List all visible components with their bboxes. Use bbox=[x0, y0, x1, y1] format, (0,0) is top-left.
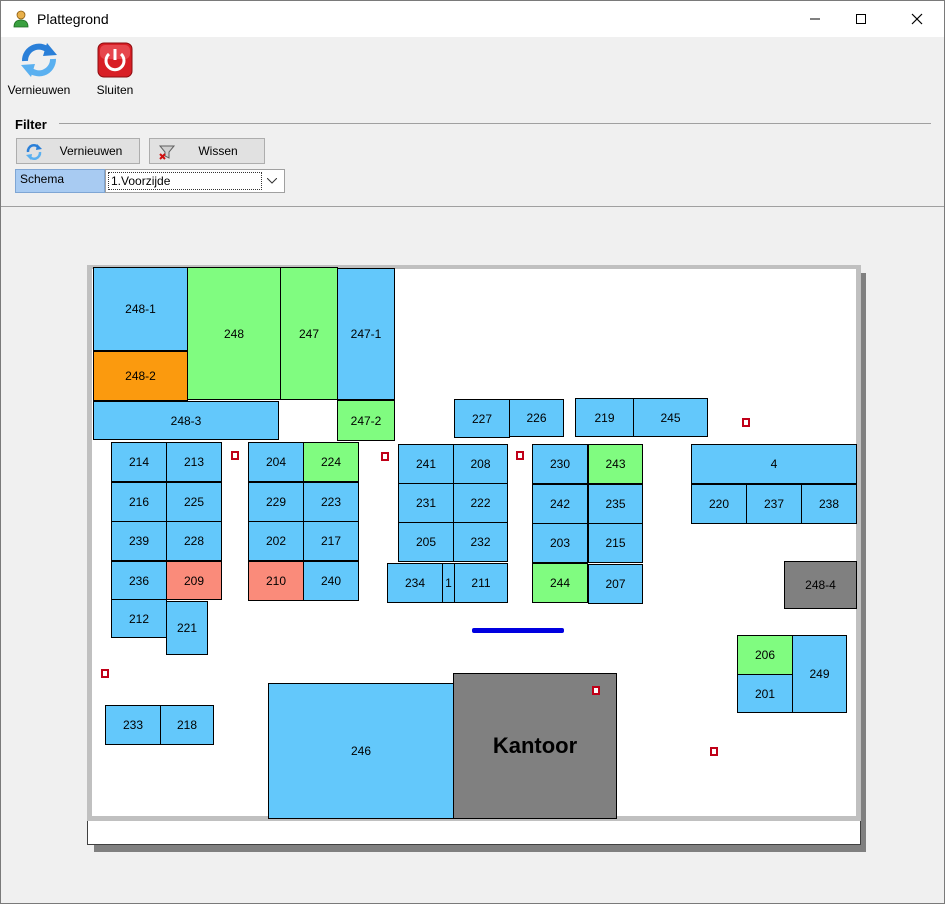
schema-label: Schema bbox=[15, 169, 105, 193]
window-title: Plattegrond bbox=[37, 11, 109, 27]
power-icon bbox=[97, 42, 133, 78]
booth-241[interactable]: 241 bbox=[398, 444, 454, 484]
booth-207[interactable]: 207 bbox=[588, 564, 643, 604]
extinguisher-icon bbox=[381, 452, 389, 461]
booth-212[interactable]: 212 bbox=[111, 599, 167, 638]
booth-234[interactable]: 234 bbox=[387, 563, 443, 603]
header-divider bbox=[1, 206, 944, 207]
extinguisher-icon bbox=[710, 747, 718, 756]
booth-221[interactable]: 221 bbox=[166, 601, 208, 655]
booth-216[interactable]: 216 bbox=[111, 482, 167, 522]
booth-220[interactable]: 220 bbox=[691, 484, 747, 524]
booth-219[interactable]: 219 bbox=[575, 398, 634, 437]
booth-230[interactable]: 230 bbox=[532, 444, 588, 484]
booth-206[interactable]: 206 bbox=[737, 635, 793, 675]
refresh-icon bbox=[26, 144, 42, 160]
booth-238[interactable]: 238 bbox=[801, 484, 857, 524]
booth-232[interactable]: 232 bbox=[453, 522, 508, 562]
booth-201[interactable]: 201 bbox=[737, 674, 793, 713]
chevron-down-icon bbox=[267, 178, 277, 184]
refresh-icon bbox=[21, 43, 57, 77]
booth-223[interactable]: 223 bbox=[303, 482, 359, 522]
booth-4[interactable]: 4 bbox=[691, 444, 857, 484]
toolbar-refresh-button[interactable]: Vernieuwen bbox=[5, 41, 73, 99]
filter-clear-label: Wissen bbox=[198, 144, 238, 158]
minimize-icon bbox=[810, 18, 820, 20]
booth-240[interactable]: 240 bbox=[303, 561, 359, 601]
booth-248-2[interactable]: 248-2 bbox=[93, 351, 188, 401]
booth-218[interactable]: 218 bbox=[160, 705, 214, 745]
booth-247-1[interactable]: 247-1 bbox=[337, 268, 395, 400]
schema-select[interactable]: 1.Voorzijde bbox=[105, 169, 285, 193]
booth-213[interactable]: 213 bbox=[166, 442, 222, 482]
title-bar: Plattegrond bbox=[1, 1, 944, 37]
extinguisher-icon bbox=[516, 451, 524, 460]
booth-237[interactable]: 237 bbox=[746, 484, 802, 524]
minimize-button[interactable] bbox=[792, 1, 838, 37]
toolbar-refresh-label: Vernieuwen bbox=[7, 83, 71, 97]
booth-242[interactable]: 242 bbox=[532, 484, 588, 524]
extinguisher-icon bbox=[101, 669, 109, 678]
booth-208[interactable]: 208 bbox=[453, 444, 508, 484]
booth-229[interactable]: 229 bbox=[248, 482, 304, 522]
booth-228[interactable]: 228 bbox=[166, 521, 222, 561]
booth-217[interactable]: 217 bbox=[303, 521, 359, 561]
booth-233[interactable]: 233 bbox=[105, 705, 161, 745]
booth-222[interactable]: 222 bbox=[453, 483, 508, 523]
booth-249[interactable]: 249 bbox=[792, 635, 847, 713]
extinguisher-icon bbox=[231, 451, 239, 460]
filter-heading: Filter bbox=[15, 117, 47, 132]
extinguisher-icon bbox=[742, 418, 750, 427]
booth-224[interactable]: 224 bbox=[303, 442, 359, 482]
booth-244[interactable]: 244 bbox=[532, 563, 588, 603]
maximize-button[interactable] bbox=[838, 1, 884, 37]
extinguisher-icon bbox=[592, 686, 600, 695]
booth-226[interactable]: 226 bbox=[509, 399, 564, 437]
booth-243[interactable]: 243 bbox=[588, 444, 643, 484]
booth-202[interactable]: 202 bbox=[248, 521, 304, 561]
close-icon bbox=[911, 13, 923, 25]
booth-235[interactable]: 235 bbox=[588, 484, 643, 524]
schema-dropdown-button[interactable] bbox=[262, 171, 282, 191]
booth-248-1[interactable]: 248-1 bbox=[93, 267, 188, 351]
booth-204[interactable]: 204 bbox=[248, 442, 304, 482]
filter-clear-button[interactable]: Wissen bbox=[149, 138, 265, 164]
app-window: Plattegrond Vernieuwen Sluiten Filter Ve… bbox=[0, 0, 945, 904]
booth-245[interactable]: 245 bbox=[633, 398, 708, 437]
booth-246[interactable]: 246 bbox=[268, 683, 454, 819]
booth-248-4[interactable]: 248-4 bbox=[784, 561, 857, 609]
booth-247[interactable]: 247 bbox=[280, 267, 338, 400]
booth-209[interactable]: 209 bbox=[166, 561, 222, 600]
booth-248-3[interactable]: 248-3 bbox=[93, 401, 279, 440]
filter-refresh-label: Vernieuwen bbox=[59, 144, 123, 158]
booth-211[interactable]: 211 bbox=[454, 563, 508, 603]
close-window-button[interactable] bbox=[894, 1, 940, 37]
booth-231[interactable]: 231 bbox=[398, 483, 454, 523]
booth-248[interactable]: 248 bbox=[187, 267, 281, 400]
booth-247-2[interactable]: 247-2 bbox=[337, 400, 395, 441]
booth-214[interactable]: 214 bbox=[111, 442, 167, 482]
booth-236[interactable]: 236 bbox=[111, 561, 167, 600]
booth-239[interactable]: 239 bbox=[111, 521, 167, 561]
maximize-icon bbox=[856, 14, 866, 24]
toolbar-close-button[interactable]: Sluiten bbox=[89, 41, 141, 99]
user-icon bbox=[13, 10, 29, 28]
filter-refresh-button[interactable]: Vernieuwen bbox=[16, 138, 140, 164]
booth-227[interactable]: 227 bbox=[454, 399, 510, 438]
booth-225[interactable]: 225 bbox=[166, 482, 222, 522]
schema-selected-value: 1.Voorzijde bbox=[108, 172, 262, 190]
booth-203[interactable]: 203 bbox=[532, 523, 588, 563]
toolbar-close-label: Sluiten bbox=[96, 83, 134, 97]
entrance-line bbox=[472, 628, 564, 633]
filter-divider bbox=[59, 123, 931, 124]
booth-210[interactable]: 210 bbox=[248, 561, 304, 601]
booth-205[interactable]: 205 bbox=[398, 522, 454, 562]
booth-215[interactable]: 215 bbox=[588, 523, 643, 563]
